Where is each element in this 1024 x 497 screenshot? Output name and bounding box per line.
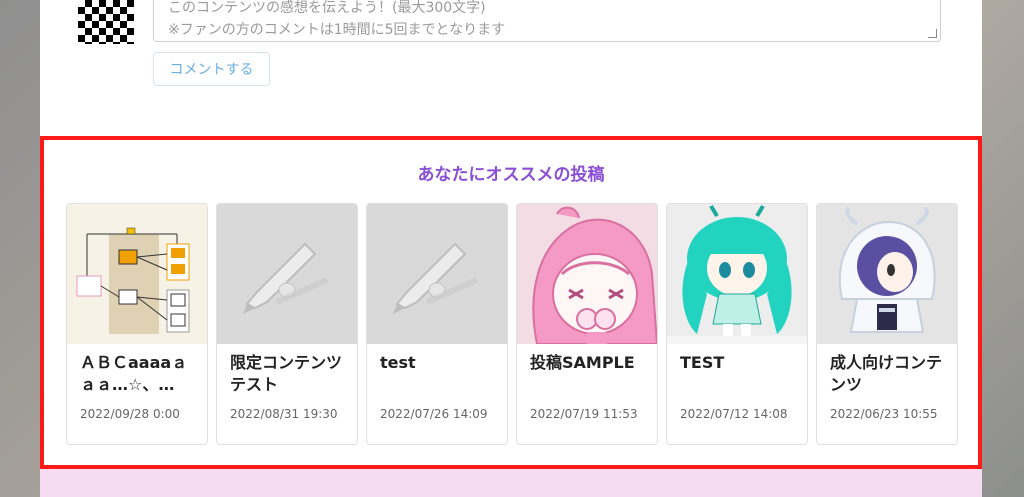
bottom-section xyxy=(40,469,982,497)
recommended-posts-section: あなたにオススメの投稿 ＡＢＣaaaaａａａ…☆、… 2022/09/28 0:… xyxy=(40,136,982,469)
pencil-icon xyxy=(217,204,357,344)
post-card[interactable]: test 2022/07/26 14:09 xyxy=(366,203,508,445)
post-thumbnail-character xyxy=(817,204,957,344)
page-content: このコンテンツの感想を伝えよう！(最大300文字) ※ファンの方のコメントは1時… xyxy=(40,0,982,497)
post-date: 2022/07/26 14:09 xyxy=(380,407,488,421)
post-title: test xyxy=(380,353,416,372)
comment-section: このコンテンツの感想を伝えよう！(最大300文字) ※ファンの方のコメントは1時… xyxy=(40,0,982,135)
post-title: TEST xyxy=(680,353,725,372)
post-thumbnail-character xyxy=(517,204,657,345)
post-thumbnail-character xyxy=(667,204,807,344)
post-title: 投稿SAMPLE xyxy=(530,353,635,372)
post-thumbnail-placeholder xyxy=(367,204,507,344)
post-card[interactable]: 投稿SAMPLE 2022/07/19 11:53 xyxy=(516,203,658,445)
post-title: ＡＢＣaaaaａａａ…☆、… xyxy=(80,353,188,394)
post-date: 2022/09/28 0:00 xyxy=(80,407,180,421)
post-date: 2022/07/19 11:53 xyxy=(530,407,638,421)
comment-placeholder-line2: ※ファンの方のコメントは1時間に5回までとなります xyxy=(168,22,506,38)
avatar xyxy=(78,0,134,44)
post-card[interactable]: ＡＢＣaaaaａａａ…☆、… 2022/09/28 0:00 xyxy=(66,203,208,445)
post-card[interactable]: 成人向けコンテンツ 2022/06/23 10:55 xyxy=(816,203,958,445)
post-title: 成人向けコンテンツ xyxy=(830,353,943,394)
post-date: 2022/06/23 10:55 xyxy=(830,407,938,421)
post-date: 2022/07/12 14:08 xyxy=(680,407,788,421)
post-card[interactable]: TEST 2022/07/12 14:08 xyxy=(666,203,808,445)
post-card[interactable]: 限定コンテンツテスト 2022/08/31 19:30 xyxy=(216,203,358,445)
post-date: 2022/08/31 19:30 xyxy=(230,407,338,421)
resize-handle-icon[interactable] xyxy=(928,29,937,38)
comment-submit-button[interactable]: コメントする xyxy=(153,52,270,86)
post-title: 限定コンテンツテスト xyxy=(230,353,343,394)
recommended-title: あなたにオススメの投稿 xyxy=(417,165,605,185)
comment-placeholder-line1: このコンテンツの感想を伝えよう！(最大300文字) xyxy=(168,0,486,16)
pencil-icon xyxy=(367,204,507,344)
post-thumbnail-placeholder xyxy=(217,204,357,344)
comment-textarea[interactable]: このコンテンツの感想を伝えよう！(最大300文字) ※ファンの方のコメントは1時… xyxy=(153,0,941,42)
post-thumbnail-diagram xyxy=(67,204,207,344)
